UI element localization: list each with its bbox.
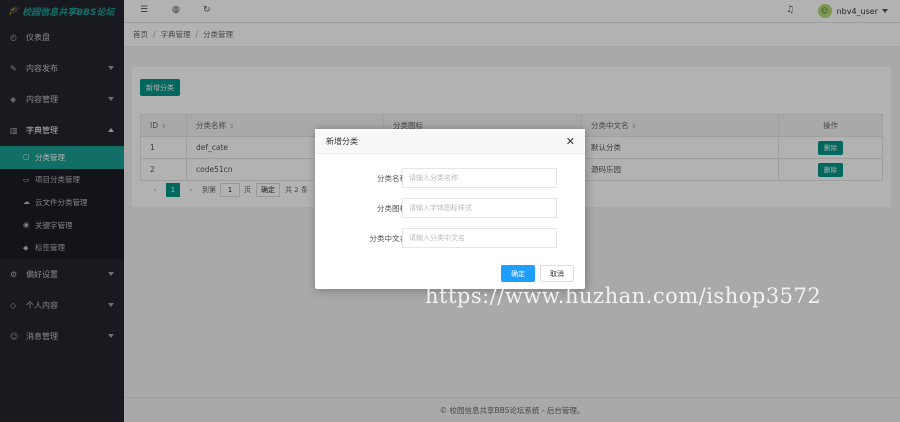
dialog-title: 新增分类 xyxy=(326,136,358,146)
category-icon-input[interactable] xyxy=(402,198,557,218)
dialog-header: 新增分类 xyxy=(315,129,585,154)
category-cn-name-input[interactable] xyxy=(402,228,557,248)
cancel-button[interactable]: 取消 xyxy=(540,265,574,282)
watermark-text: https://www.huzhan.com/ishop3572 xyxy=(425,284,822,308)
confirm-button[interactable]: 确定 xyxy=(501,265,535,282)
close-icon[interactable]: ✕ xyxy=(566,135,575,148)
form-row-icon: 分类图标 xyxy=(315,198,585,218)
form-row-cn-name: 分类中文名 xyxy=(315,228,585,248)
category-name-input[interactable] xyxy=(402,168,557,188)
add-category-dialog: 新增分类 ✕ 分类名称 分类图标 分类中文名 确定 取消 xyxy=(315,129,585,289)
form-row-name: 分类名称 xyxy=(315,168,585,188)
